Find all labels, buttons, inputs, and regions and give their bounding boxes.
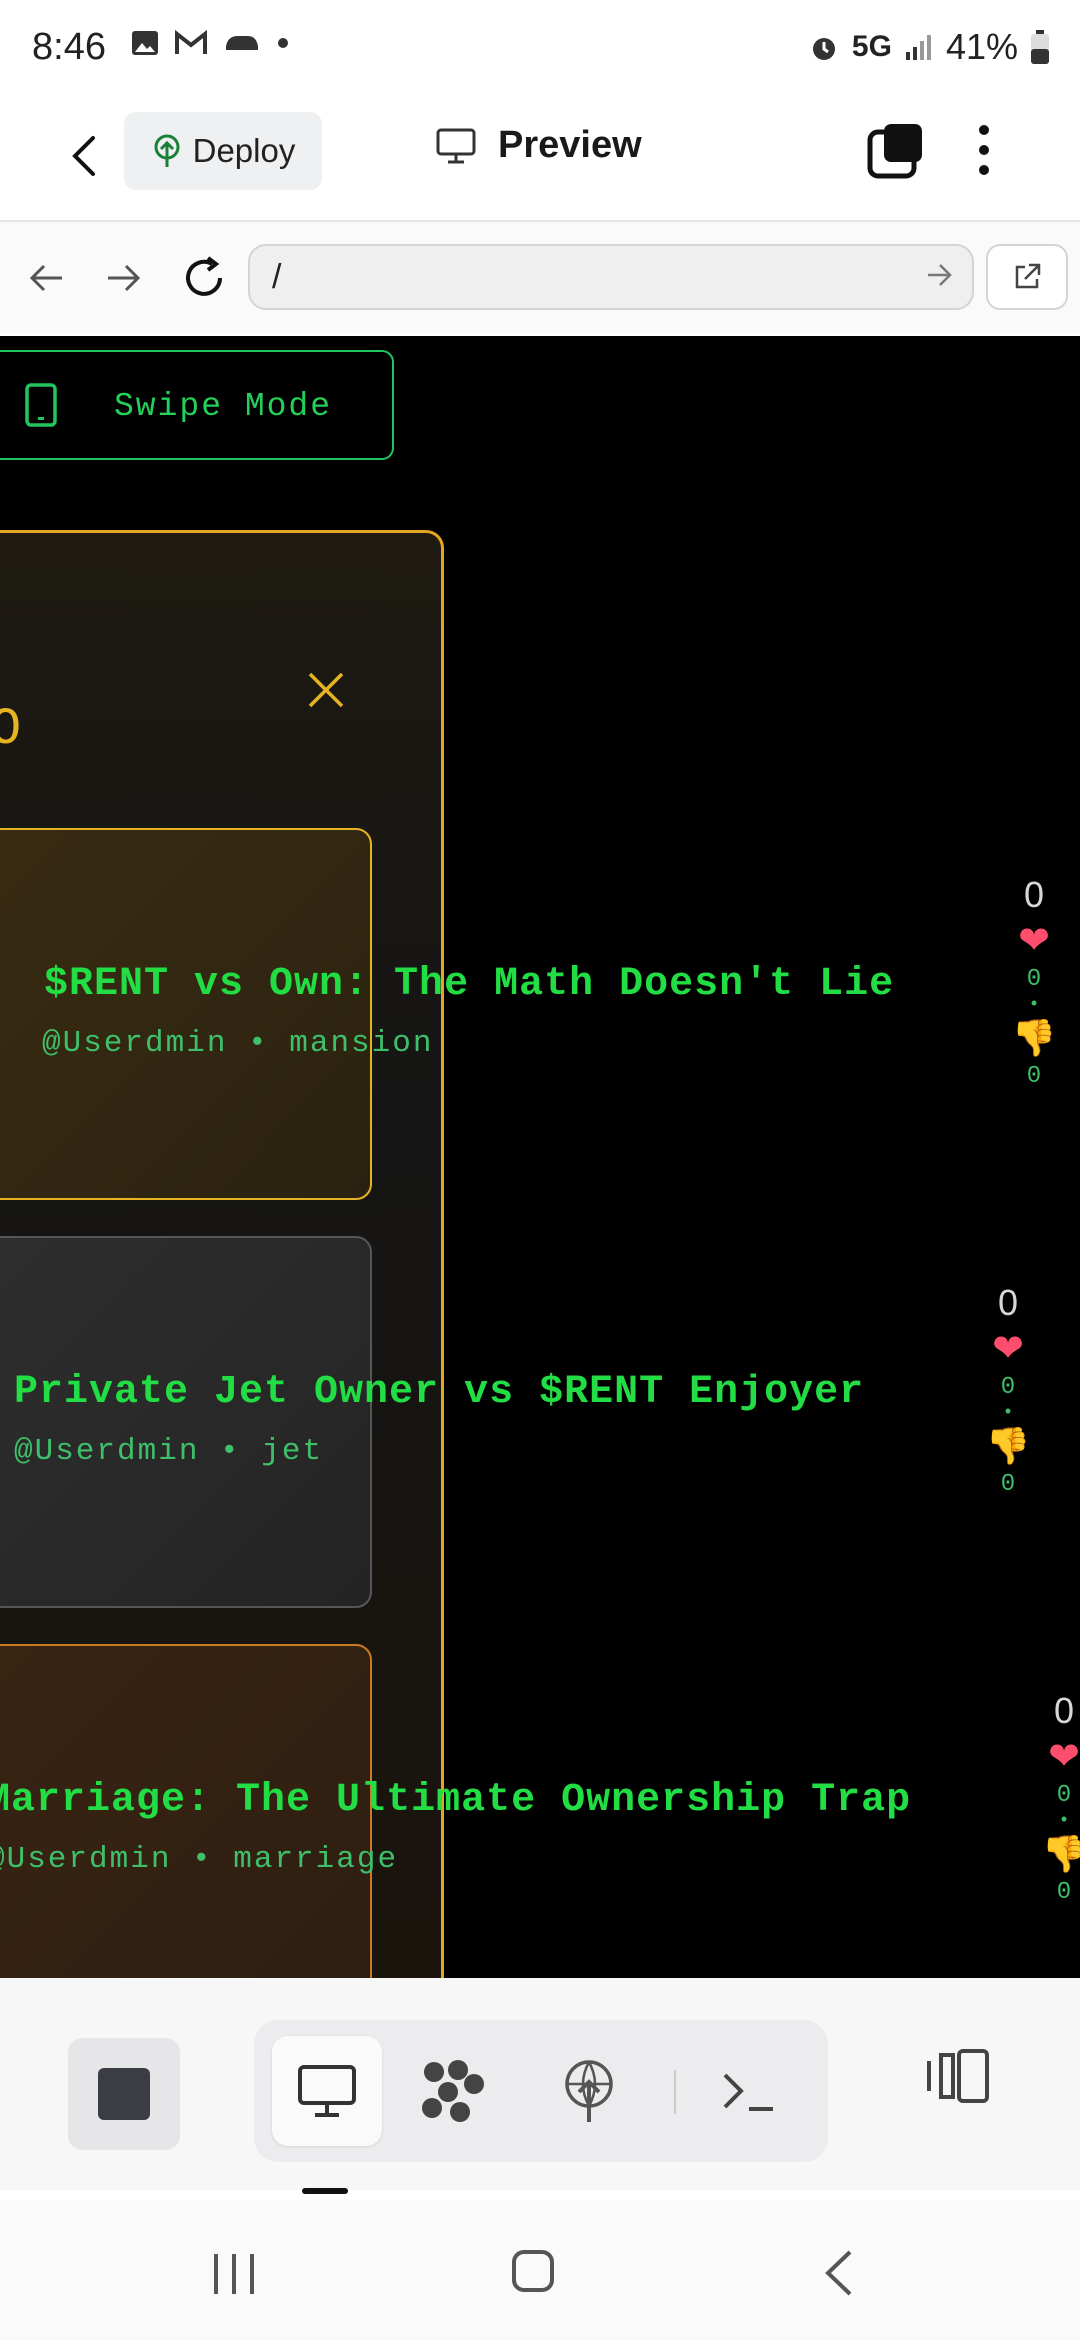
more-options-button[interactable] xyxy=(976,120,1016,184)
more-icon xyxy=(979,125,989,175)
panel-title: O xyxy=(0,700,22,759)
assets-icon xyxy=(422,2060,484,2122)
alarm-icon xyxy=(812,38,835,60)
go-icon[interactable] xyxy=(924,260,954,290)
home-icon[interactable] xyxy=(512,2250,554,2292)
separator-dot: • xyxy=(1004,1401,1012,1421)
status-bar: 8:46 5G 41% xyxy=(0,0,1080,100)
signal-icon xyxy=(905,35,931,60)
system-navigation-bar xyxy=(0,2200,1080,2340)
swipe-mode-label: Swipe Mode xyxy=(114,388,333,425)
dislike-count: 0 xyxy=(1056,1879,1072,1906)
home-indicator xyxy=(302,2188,348,2194)
deploy-label: Deploy xyxy=(192,132,296,169)
reload-button[interactable] xyxy=(178,252,230,304)
deploy-icon xyxy=(565,2060,613,2122)
heart-icon[interactable]: ❤ xyxy=(978,1324,1038,1374)
network-label: 5G xyxy=(851,30,892,63)
post-meta: @Userdmin • mansion xyxy=(42,1026,434,1061)
vote-column: 0 ❤ 0 • 👎 0 xyxy=(1034,1690,1080,1906)
heart-icon[interactable]: ❤ xyxy=(1004,916,1064,966)
vote-column: 0 ❤ 0 • 👎 0 xyxy=(978,1282,1038,1498)
post-meta: @Userdmin • jet xyxy=(14,1434,324,1469)
like-count: 0 xyxy=(1056,1782,1072,1809)
post-title[interactable]: $RENT vs Own: The Math Doesn't Lie xyxy=(44,962,894,1007)
deploy-tab[interactable] xyxy=(534,2036,644,2146)
thumbs-down-icon[interactable]: 👎 xyxy=(1004,1013,1064,1063)
terminal-tab[interactable] xyxy=(694,2036,804,2146)
url-text: / xyxy=(272,258,282,296)
system-status: 5G 41% xyxy=(808,26,1050,68)
deploy-button[interactable]: Deploy xyxy=(124,112,322,190)
arrow-left-icon xyxy=(29,264,62,292)
dislike-count: 0 xyxy=(1026,1063,1042,1090)
like-count: 0 xyxy=(1000,1374,1016,1401)
browser-forward-button[interactable] xyxy=(98,252,150,304)
webview: Swipe Mode O $RENT vs Own: The Math Does… xyxy=(0,336,1080,1978)
post-card[interactable] xyxy=(0,828,372,1200)
post-score: 0 xyxy=(1053,1690,1075,1731)
notification-icons xyxy=(130,28,290,58)
monitor-icon xyxy=(436,128,476,163)
post-meta: @Userdmin • marriage xyxy=(0,1842,399,1877)
back-icon xyxy=(72,136,95,176)
back-button[interactable] xyxy=(52,124,116,188)
tabs-button[interactable] xyxy=(866,120,930,184)
tool-separator xyxy=(674,2070,676,2114)
preview-icon xyxy=(298,2065,356,2117)
bottom-toolbar xyxy=(0,1978,1080,2190)
separator-dot: • xyxy=(1030,993,1038,1013)
open-external-button[interactable] xyxy=(986,244,1068,310)
tool-switcher xyxy=(254,2020,828,2162)
gmail-icon xyxy=(175,29,207,54)
thumbs-down-icon[interactable]: 👎 xyxy=(1034,1829,1080,1879)
recent-apps-icon[interactable] xyxy=(210,2252,258,2296)
car-icon xyxy=(226,36,258,50)
arrow-right-icon xyxy=(108,264,141,292)
external-link-icon xyxy=(1015,263,1041,289)
post-card[interactable] xyxy=(0,1236,372,1608)
battery-percent: 41% xyxy=(945,26,1018,67)
split-view-button[interactable] xyxy=(922,2040,994,2112)
close-icon[interactable] xyxy=(306,670,346,710)
page-title: Preview xyxy=(498,124,642,166)
dot-icon xyxy=(278,38,288,48)
post-title[interactable]: Marriage: The Ultimate Ownership Trap xyxy=(0,1778,911,1823)
stop-button[interactable] xyxy=(68,2038,180,2150)
status-time: 8:46 xyxy=(32,26,106,68)
vote-column: 0 ❤ 0 • 👎 0 xyxy=(1004,874,1064,1090)
system-back-icon[interactable] xyxy=(822,2248,854,2298)
dislike-count: 0 xyxy=(1000,1471,1016,1498)
tabs-icon xyxy=(867,124,922,179)
preview-tab[interactable] xyxy=(272,2036,382,2146)
separator-dot: • xyxy=(1060,1809,1068,1829)
phone-icon xyxy=(25,383,57,427)
split-view-icon xyxy=(927,2049,989,2103)
app-bar: Deploy Preview xyxy=(0,100,1080,222)
browser-bar: / xyxy=(0,222,1080,334)
stop-icon xyxy=(98,2068,150,2120)
reload-icon xyxy=(186,256,222,296)
gallery-icon xyxy=(132,31,158,55)
browser-back-button[interactable] xyxy=(20,252,72,304)
swipe-mode-button[interactable]: Swipe Mode xyxy=(0,350,394,460)
url-input[interactable]: / xyxy=(248,244,974,310)
like-count: 0 xyxy=(1026,966,1042,993)
post-score: 0 xyxy=(997,1282,1019,1323)
heart-icon[interactable]: ❤ xyxy=(1034,1732,1080,1782)
battery-icon xyxy=(1031,30,1049,64)
terminal-icon xyxy=(723,2073,773,2111)
post-score: 0 xyxy=(1023,874,1045,915)
thumbs-down-icon[interactable]: 👎 xyxy=(978,1421,1038,1471)
assets-tab[interactable] xyxy=(398,2036,508,2146)
deploy-icon xyxy=(154,134,180,167)
preview-title: Preview xyxy=(436,124,642,167)
post-title[interactable]: Private Jet Owner vs $RENT Enjoyer xyxy=(14,1370,864,1415)
